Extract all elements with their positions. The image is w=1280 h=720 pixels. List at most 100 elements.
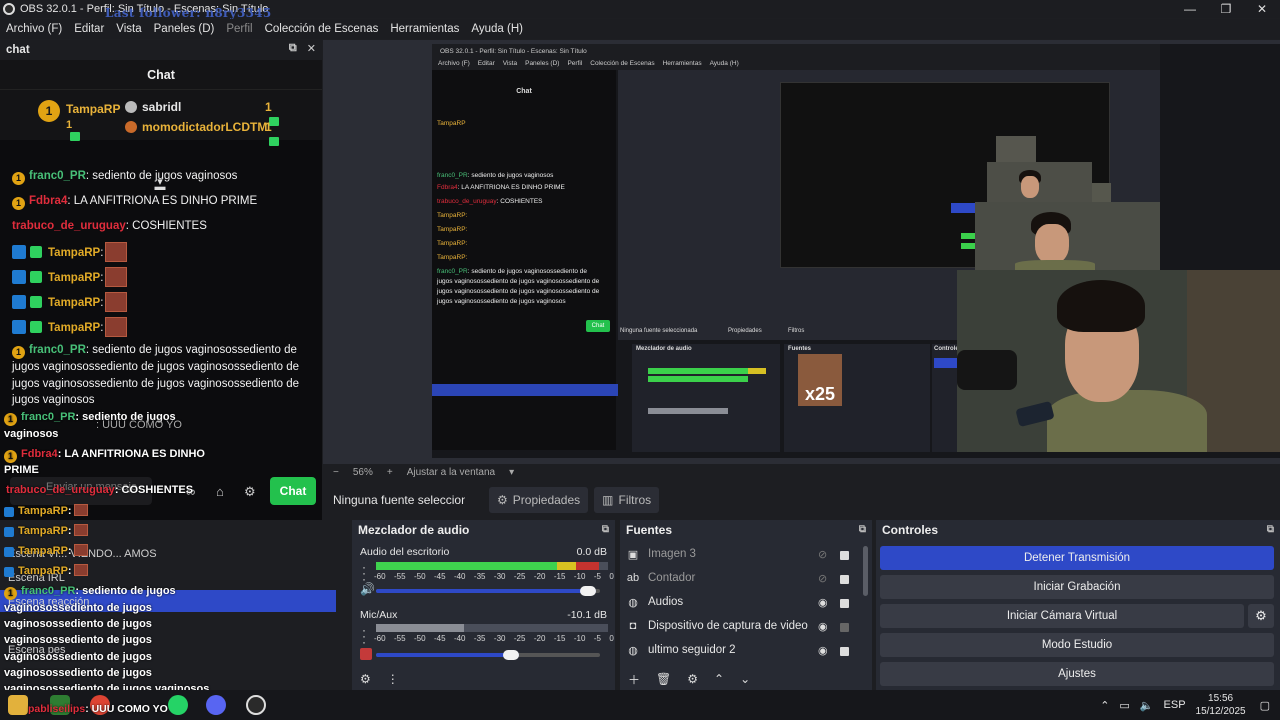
start-recording-button[interactable]: Iniciar Grabación: [880, 575, 1274, 599]
meter-tick-label: -50: [413, 634, 426, 643]
track-menu-icon[interactable]: · · ·: [362, 561, 368, 585]
lock-icon[interactable]: [840, 599, 849, 608]
eye-icon[interactable]: ◉: [818, 620, 828, 633]
sources-footer: ＋ 🗑 ⚙ ⌃ ⌄: [620, 668, 872, 690]
settings-gear-icon[interactable]: ⚙: [244, 484, 256, 500]
gift-icon: [30, 321, 42, 333]
properties-button[interactable]: ⚙ Propiedades: [489, 487, 589, 513]
emote-image: [105, 292, 128, 312]
tray-chevron-icon[interactable]: ⌃: [1100, 699, 1109, 712]
menu-archivo[interactable]: Archivo (F): [0, 23, 68, 35]
sources-scrollbar[interactable]: [863, 546, 868, 596]
menu-herramientas[interactable]: Herramientas: [384, 23, 465, 35]
leaderboard-first: 1 TampaRP 1: [38, 100, 120, 141]
hidden-eye-icon[interactable]: ⊘: [818, 572, 827, 585]
muted-speaker-icon[interactable]: [360, 648, 372, 660]
nested-obs-titlebar: OBS 32.0.1 - Perfil: Sin Título - Escena…: [432, 44, 1160, 70]
menu-paneles[interactable]: Paneles (D): [148, 23, 221, 35]
meter-tick-label: -30: [493, 634, 506, 643]
minimize-button[interactable]: —: [1172, 0, 1208, 18]
menu-coleccion-escenas[interactable]: Colección de Escenas: [259, 23, 385, 35]
unlock-icon[interactable]: [840, 623, 849, 632]
overlay-line: vaginosossediento de jugos: [4, 651, 152, 663]
source-item[interactable]: ◍ ultimo seguidor 2 ◉: [620, 638, 858, 662]
source-item[interactable]: ◍ Audios ◉: [620, 590, 858, 614]
float-dock-icon[interactable]: ⧉: [602, 520, 609, 540]
mixer-settings-icon[interactable]: ⚙: [360, 672, 371, 686]
meter-tick-label: -35: [473, 572, 486, 581]
no-source-label: Ninguna fuente seleccionada: [333, 493, 465, 507]
discord-icon[interactable]: [206, 695, 226, 715]
lock-icon[interactable]: [840, 575, 849, 584]
fit-to-window-label[interactable]: Ajustar a la ventana: [407, 467, 495, 478]
chat-header: Chat: [0, 60, 322, 90]
meter-tick-label: -5: [593, 572, 601, 581]
network-icon[interactable]: ▭: [1119, 699, 1129, 712]
menu-ayuda[interactable]: Ayuda (H): [465, 23, 529, 35]
gift-icon: [30, 296, 42, 308]
menu-editar[interactable]: Editar: [68, 23, 110, 35]
gift-icon: [30, 246, 42, 258]
gift-box-icon[interactable]: ⌂: [216, 484, 224, 499]
zoom-dropdown-icon[interactable]: ▾: [509, 467, 514, 478]
settings-button[interactable]: Ajustes: [880, 662, 1274, 686]
overlay-line: vaginosossediento de jugos: [4, 634, 152, 646]
source-item[interactable]: ab Contador ⊘: [620, 566, 858, 590]
file-explorer-icon[interactable]: [8, 695, 28, 715]
whatsapp-icon[interactable]: [168, 695, 188, 715]
move-down-icon[interactable]: ⌄: [740, 672, 750, 686]
float-dock-icon[interactable]: ⧉: [289, 42, 297, 55]
close-dock-icon[interactable]: ✕: [307, 42, 316, 55]
volume-meter: [376, 624, 608, 632]
obs-taskbar-icon[interactable]: [246, 695, 266, 715]
language-indicator[interactable]: ESP: [1164, 699, 1186, 711]
menu-perfil[interactable]: Perfil: [220, 23, 258, 35]
eye-icon[interactable]: ◉: [818, 596, 828, 609]
lock-icon[interactable]: [840, 647, 849, 656]
emote-image: [105, 267, 128, 287]
user-badge-icon: [125, 101, 137, 113]
chat-message: 1 franc0_PR: sediento de jugos vaginosos: [12, 168, 237, 185]
filters-button[interactable]: ▥ Filtros: [594, 487, 660, 513]
float-dock-icon[interactable]: ⧉: [859, 520, 866, 540]
move-up-icon[interactable]: ⌃: [714, 672, 724, 686]
source-settings-icon[interactable]: ⚙: [687, 672, 698, 686]
track-menu-icon[interactable]: · · ·: [362, 624, 368, 648]
hidden-eye-icon[interactable]: ⊘: [818, 548, 827, 561]
volume-slider[interactable]: [376, 586, 600, 596]
clock[interactable]: 15:56 15/12/2025: [1196, 692, 1246, 718]
speaker-icon[interactable]: 🔊: [360, 582, 375, 596]
eye-icon[interactable]: ◉: [818, 644, 828, 657]
start-virtual-camera-button[interactable]: Iniciar Cámara Virtual: [880, 604, 1244, 628]
chat-send-button[interactable]: Chat: [270, 477, 316, 505]
close-window-button[interactable]: ✕: [1244, 0, 1280, 18]
float-dock-icon[interactable]: ⧉: [1267, 520, 1274, 540]
menu-vista[interactable]: Vista: [110, 23, 147, 35]
webcam-feed: [957, 270, 1280, 452]
mixer-menu-icon[interactable]: ⋮: [387, 672, 399, 686]
track-db: -10.1 dB: [567, 609, 607, 621]
volume-icon[interactable]: 🔈: [1140, 699, 1154, 712]
meter-tick-label: 0: [609, 634, 614, 643]
add-source-icon[interactable]: ＋: [628, 671, 640, 688]
virtual-camera-settings-icon[interactable]: ⚙: [1248, 604, 1274, 628]
overlay-line: 1 franc0_PR: sediento de jugos: [4, 585, 176, 600]
meter-tick-label: -20: [533, 634, 546, 643]
source-item[interactable]: ◘ Dispositivo de captura de video ◉: [620, 614, 858, 638]
notifications-icon[interactable]: ▢: [1260, 699, 1270, 712]
leaderboard-first-count: 1: [66, 119, 80, 143]
zoom-out-button[interactable]: −: [333, 467, 339, 478]
maximize-button[interactable]: ❐: [1208, 0, 1244, 18]
studio-mode-button[interactable]: Modo Estudio: [880, 633, 1274, 657]
track-name: Mic/Aux: [360, 609, 398, 621]
source-item[interactable]: ▣ Imagen 3 ⊘: [620, 542, 858, 566]
meter-tick-label: -25: [513, 634, 526, 643]
mixer-footer: ⚙ ⋮: [352, 668, 615, 690]
remove-source-icon[interactable]: 🗑: [656, 672, 671, 686]
overlay-line: 1 Fdbra4: LA ANFITRIONA ES DINHO: [4, 448, 205, 463]
lock-icon[interactable]: [840, 551, 849, 560]
zoom-in-button[interactable]: +: [387, 467, 393, 478]
badge-icon: 1: [12, 197, 25, 210]
stop-stream-button[interactable]: Detener Transmisión: [880, 546, 1274, 570]
volume-slider[interactable]: [376, 650, 600, 660]
